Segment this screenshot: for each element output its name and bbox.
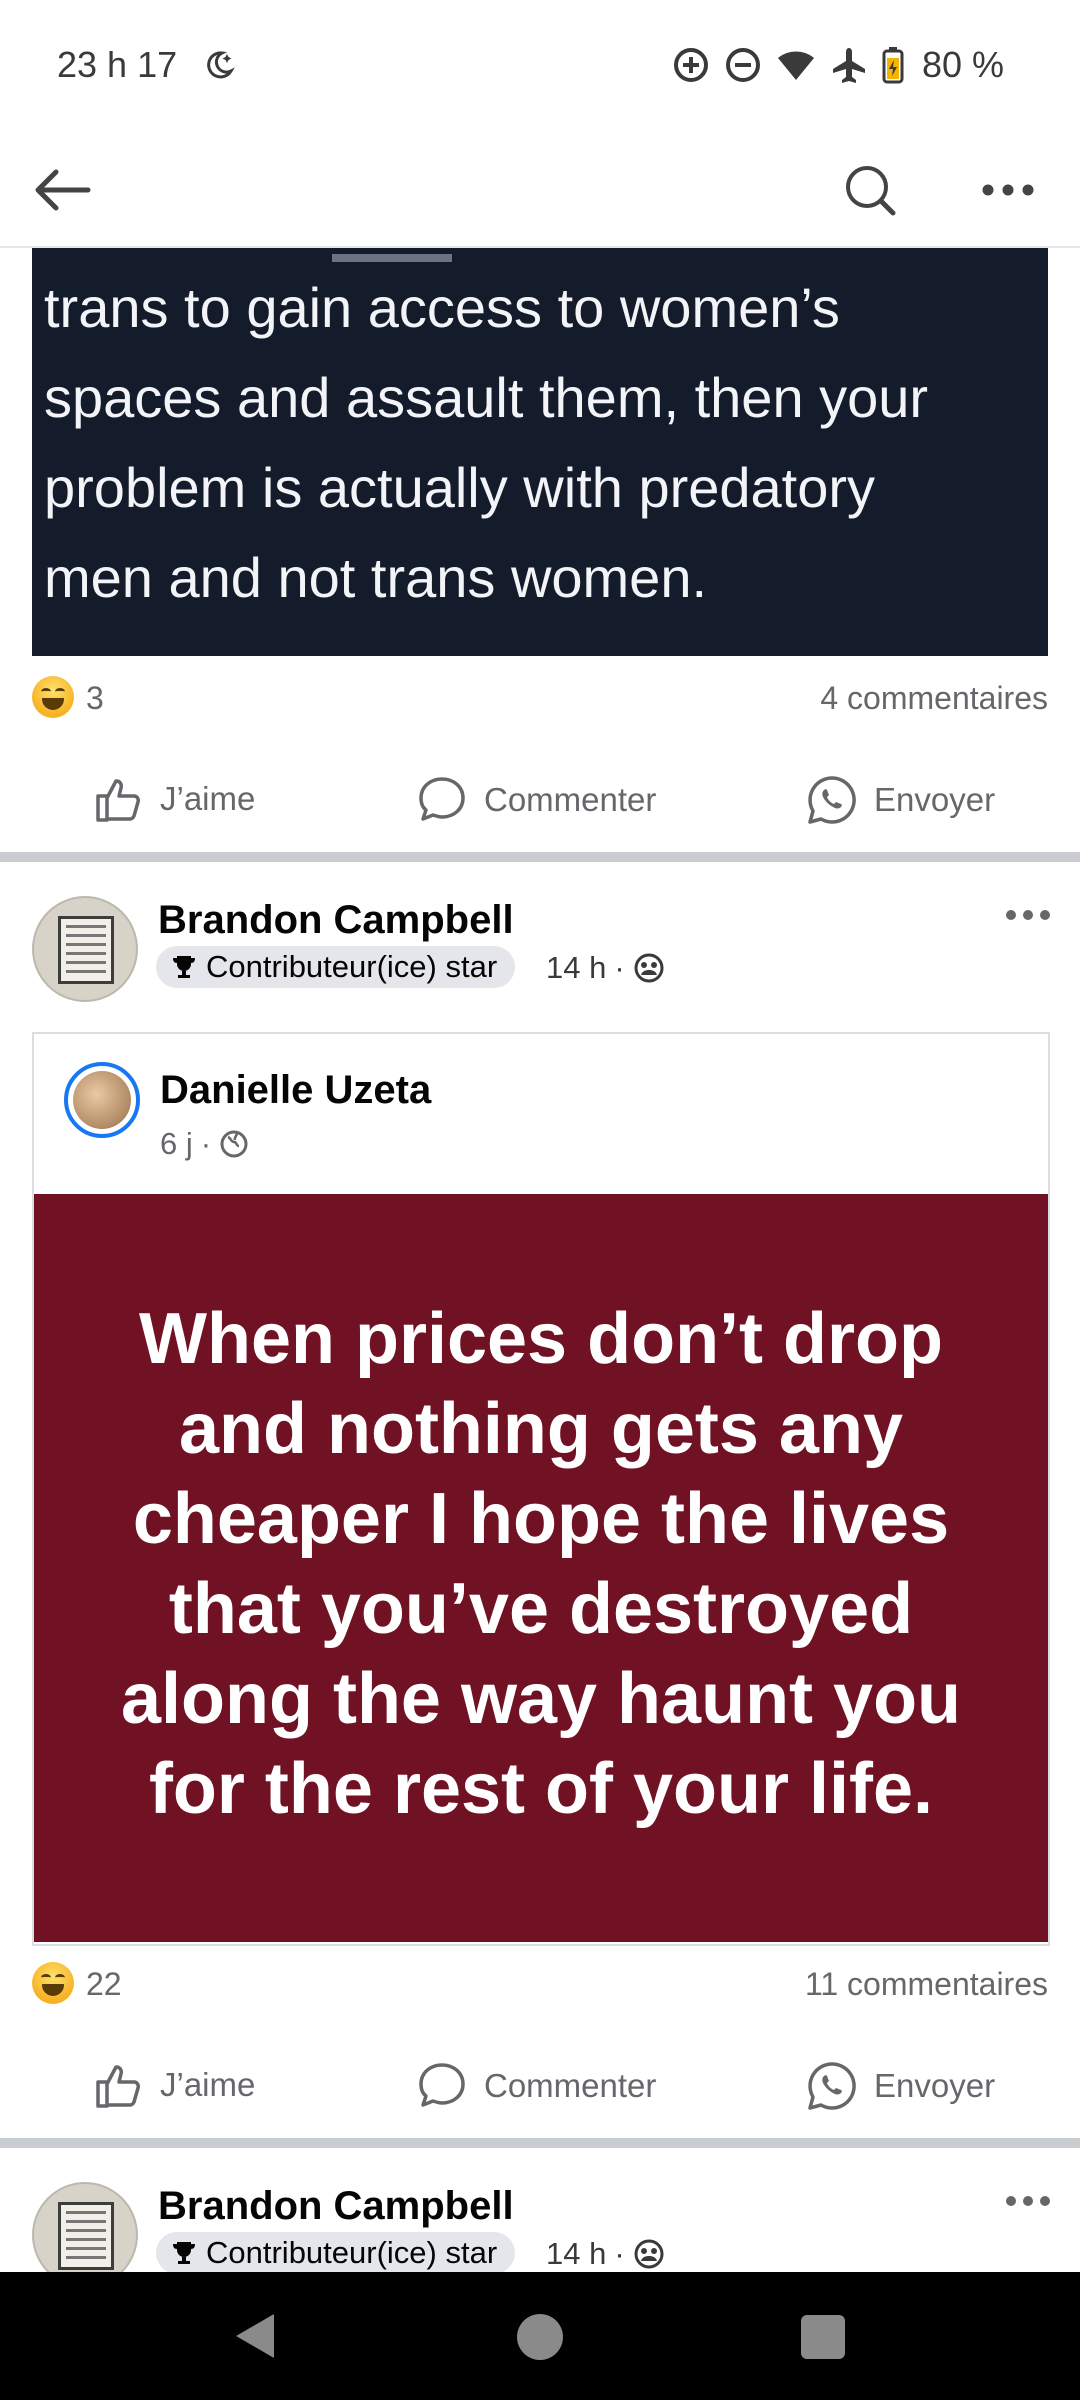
badge-label: Contributeur(ice) star (206, 2235, 498, 2270)
post-more-button[interactable] (1006, 910, 1050, 920)
airplane-icon (832, 48, 865, 83)
whatsapp-icon (808, 2062, 856, 2110)
like-label: J’aime (160, 2066, 256, 2103)
system-recents-icon[interactable] (801, 2315, 845, 2359)
tweet-line: problem is actually with predatory (44, 456, 876, 519)
status-icons: 80 % (672, 44, 1004, 86)
post-author[interactable]: Brandon Campbell (158, 898, 514, 943)
status-time: 23 h 17 (57, 44, 178, 85)
thumbs-up-icon (96, 2065, 140, 2108)
send-button[interactable]: Envoyer (806, 774, 995, 826)
group-audience-icon (634, 2239, 664, 2269)
post-more-button[interactable] (1006, 2196, 1050, 2206)
group-audience-icon (634, 953, 664, 983)
battery-percent: 80 % (921, 44, 1004, 85)
shared-post-time[interactable]: 6 j · (160, 1126, 249, 1162)
reaction-count: 3 (86, 680, 104, 716)
post-time-label: 14 h (546, 950, 607, 985)
post-time[interactable]: 14 h · (546, 950, 665, 986)
clipped-text-fragment (332, 248, 452, 262)
haha-reaction-icon (32, 676, 74, 718)
system-nav-bar (0, 2272, 1080, 2400)
post-actions: J’aime Commenter Envoyer (0, 758, 1080, 838)
post-divider (0, 852, 1080, 862)
dnd-icon (725, 48, 760, 82)
system-home-icon[interactable] (517, 2314, 563, 2360)
post-image[interactable]: trans to gain access to women’s spaces a… (32, 248, 1048, 656)
tweet-line: spaces and assault them, then your (44, 366, 929, 429)
shared-post[interactable]: Danielle Uzeta 6 j · When prices don’t dr… (32, 1032, 1050, 1946)
whatsapp-icon (808, 776, 856, 824)
more-button[interactable] (976, 158, 1040, 222)
shared-author[interactable]: Danielle Uzeta (160, 1068, 431, 1113)
system-back-icon[interactable] (236, 2314, 274, 2358)
reactions-summary[interactable]: 22 11 commentaires (32, 1958, 1048, 2008)
status-bar: 23 h 17 80 % (0, 0, 1080, 130)
comments-count[interactable]: 11 commentaires (805, 1966, 1048, 2003)
more-icon (982, 184, 1034, 196)
post-actions: J’aime Commenter Envoyer (0, 2044, 1080, 2124)
comment-button[interactable]: Commenter (416, 774, 656, 826)
back-button[interactable] (30, 158, 94, 222)
comment-icon (419, 777, 465, 821)
post-time-label: 14 h (546, 2236, 607, 2271)
wifi-icon (777, 51, 814, 80)
thumbs-up-icon (96, 779, 140, 822)
trophy-icon (173, 956, 195, 978)
shared-time-label: 6 j (160, 1126, 193, 1161)
comment-button[interactable]: Commenter (416, 2060, 656, 2112)
quote-image[interactable]: When prices don’t drop and nothing gets … (34, 1194, 1048, 1942)
battery-icon (882, 47, 904, 84)
like-button[interactable]: J’aime (94, 2060, 255, 2110)
badge-label: Contributeur(ice) star (206, 949, 498, 984)
tweet-line: men and not trans women. (44, 546, 708, 609)
shared-author-avatar[interactable] (64, 1062, 140, 1138)
top-nav (0, 130, 1080, 248)
comment-icon (419, 2063, 465, 2107)
globe-icon (220, 1130, 248, 1158)
reactions-summary[interactable]: 3 4 commentaires (32, 672, 1048, 722)
send-label: Envoyer (874, 781, 996, 818)
next-post: Brandon Campbell Contributeur(ice) star … (0, 2130, 1080, 2272)
reaction-count: 22 (86, 1966, 122, 2002)
data-saver-icon (673, 48, 708, 82)
contributor-badge: Contributeur(ice) star (156, 946, 516, 988)
search-icon (846, 166, 896, 216)
send-button[interactable]: Envoyer (806, 2060, 995, 2112)
moon-icon (207, 51, 235, 79)
quote-text: When prices don’t drop and nothing gets … (120, 1299, 962, 1829)
comments-count[interactable]: 4 commentaires (820, 680, 1048, 717)
send-label: Envoyer (874, 2067, 996, 2104)
comment-label: Commenter (484, 781, 657, 818)
like-button[interactable]: J’aime (94, 774, 255, 824)
trophy-icon (173, 2242, 195, 2264)
post-author[interactable]: Brandon Campbell (158, 2184, 514, 2229)
post-time[interactable]: 14 h · (546, 2236, 665, 2272)
contributor-badge: Contributeur(ice) star (156, 2232, 516, 2272)
comment-label: Commenter (484, 2067, 657, 2104)
back-arrow-icon (35, 169, 91, 211)
avatar[interactable] (32, 2182, 138, 2272)
search-button[interactable] (838, 158, 902, 222)
haha-reaction-icon (32, 1962, 74, 2004)
like-label: J’aime (160, 780, 256, 817)
tweet-line: trans to gain access to women’s (44, 276, 840, 339)
avatar[interactable] (32, 896, 138, 1002)
